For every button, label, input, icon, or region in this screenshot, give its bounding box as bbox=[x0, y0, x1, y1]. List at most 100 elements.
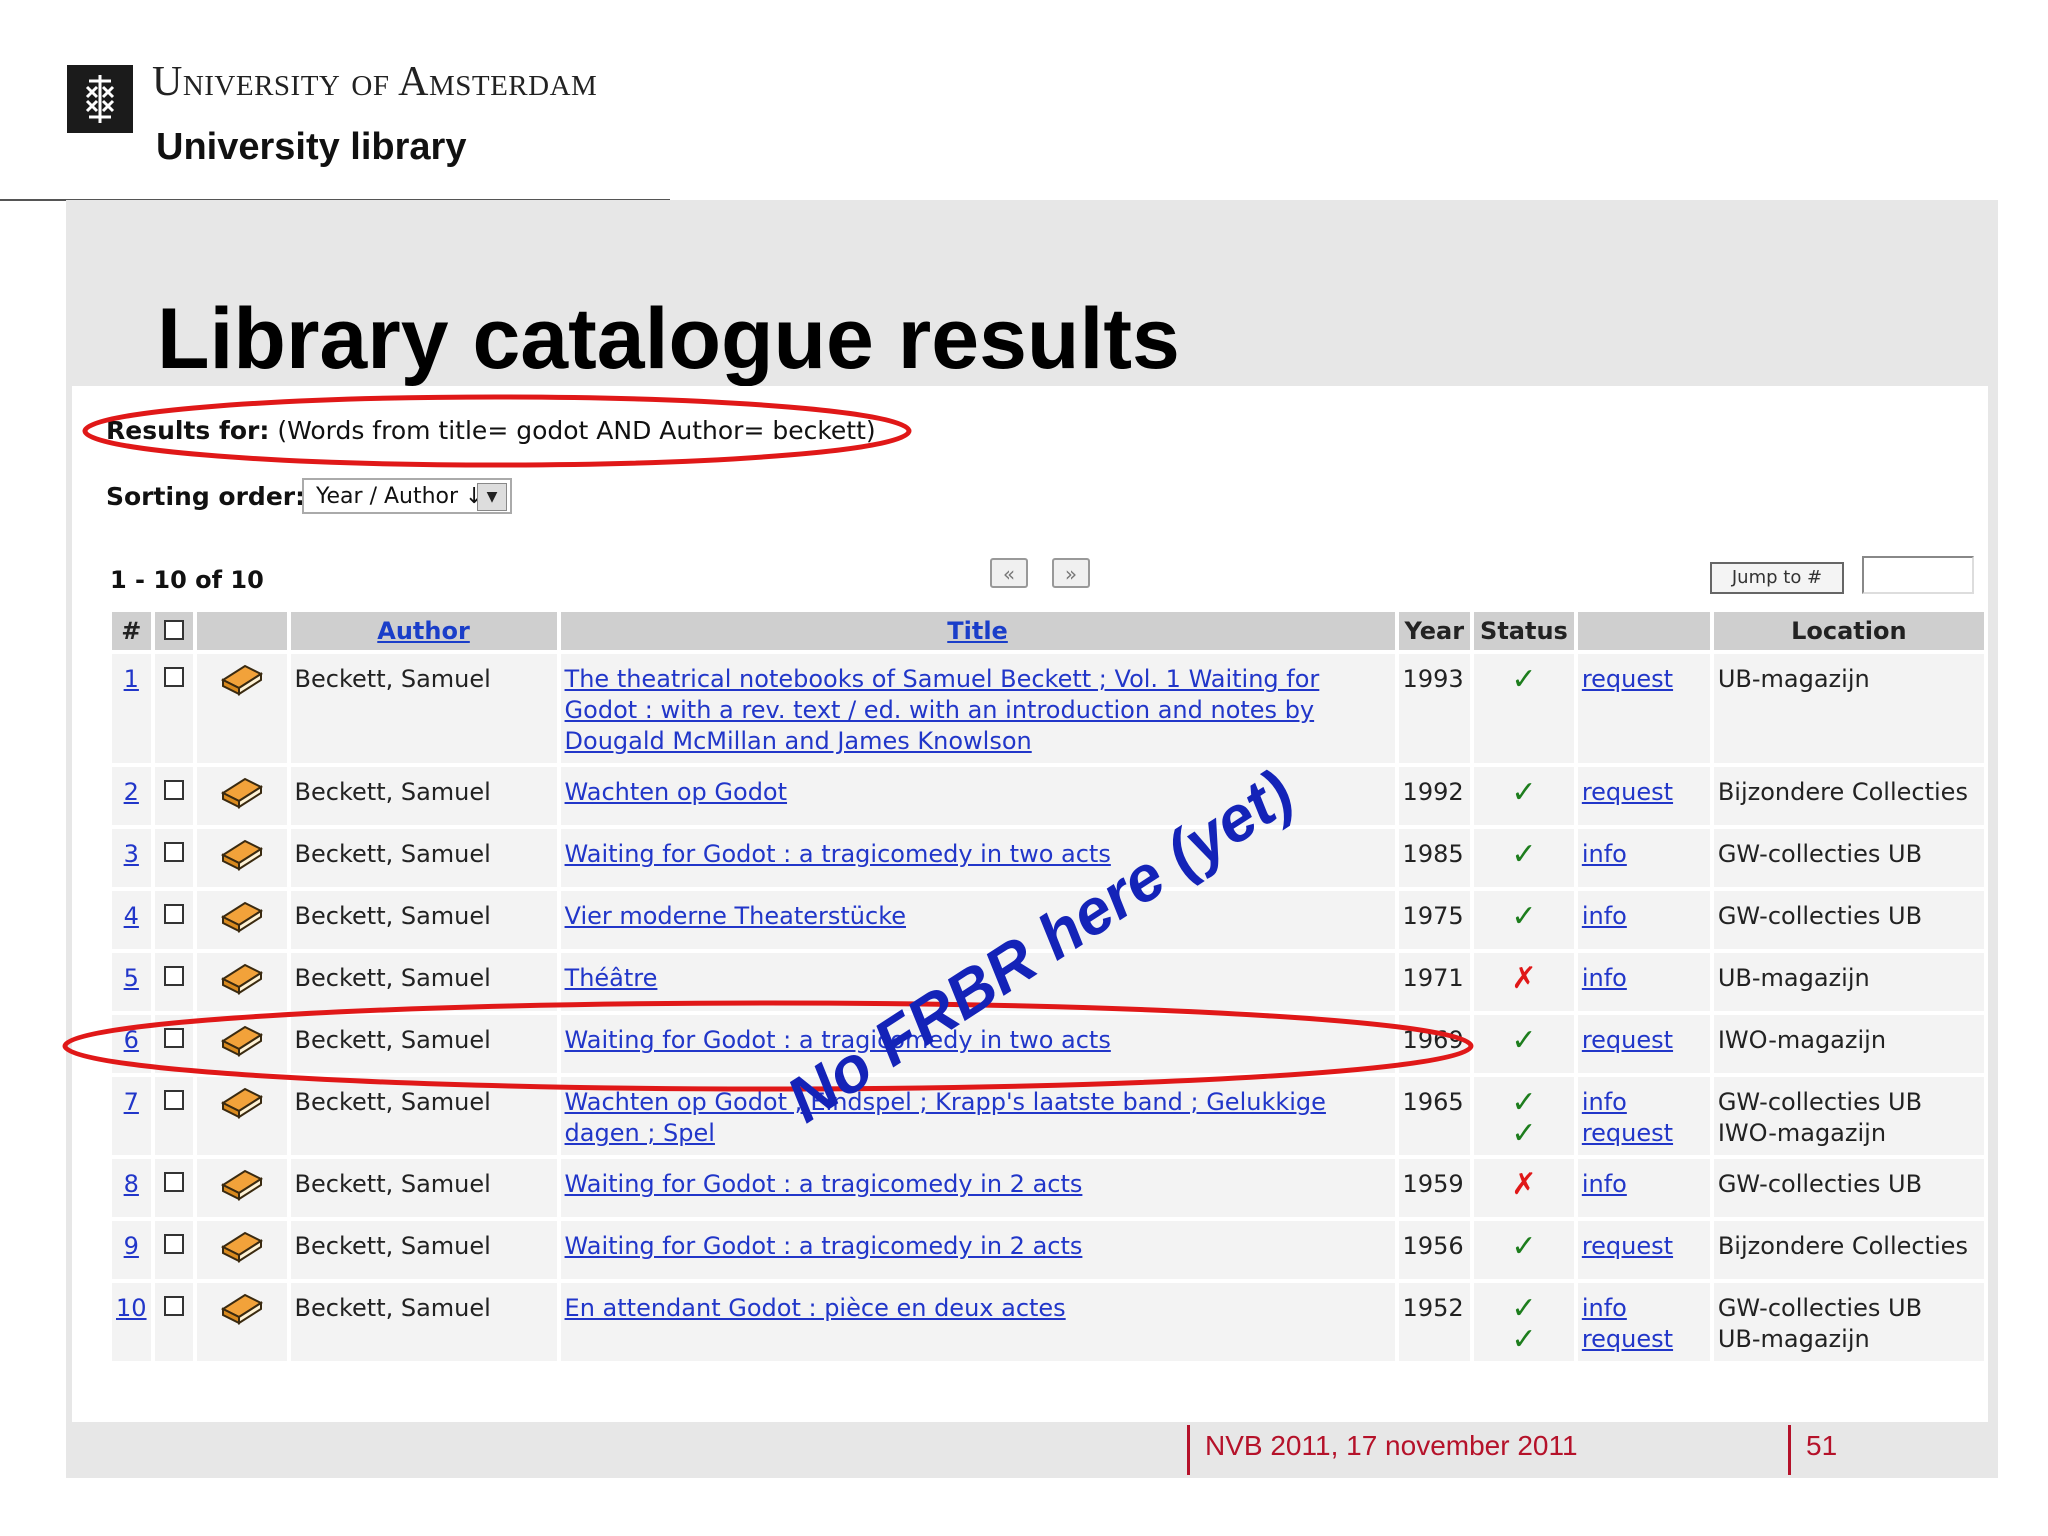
row-checkbox[interactable] bbox=[163, 667, 184, 687]
checkmark-icon: ✓ bbox=[1511, 837, 1537, 872]
checkmark-icon: ✓ bbox=[1511, 775, 1537, 810]
title-link[interactable]: Wachten op Godot bbox=[565, 778, 787, 806]
request-link[interactable]: request bbox=[1582, 1325, 1673, 1353]
author-cell: Beckett, Samuel bbox=[290, 1283, 557, 1361]
checkmark-icon: ✓ bbox=[1511, 1085, 1537, 1120]
title-link[interactable]: The theatrical notebooks of Samuel Becke… bbox=[565, 665, 1320, 755]
request-link[interactable]: request bbox=[1582, 1232, 1673, 1260]
request-link[interactable]: request bbox=[1582, 1119, 1673, 1147]
author-cell: Beckett, Samuel bbox=[290, 953, 557, 1011]
title-link[interactable]: Théâtre bbox=[565, 964, 658, 992]
title-link[interactable]: En attendant Godot : pièce en deux actes bbox=[565, 1294, 1066, 1322]
row-checkbox[interactable] bbox=[163, 904, 184, 924]
author-cell: Beckett, Samuel bbox=[290, 1159, 557, 1217]
record-number-link[interactable]: 2 bbox=[124, 778, 139, 806]
author-cell: Beckett, Samuel bbox=[290, 829, 557, 887]
author-cell: Beckett, Samuel bbox=[290, 767, 557, 825]
sorting-label: Sorting order: bbox=[106, 482, 306, 511]
record-number-link[interactable]: 1 bbox=[124, 665, 139, 693]
record-number-link[interactable]: 8 bbox=[124, 1170, 139, 1198]
info-link[interactable]: info bbox=[1582, 964, 1627, 992]
library-name: University library bbox=[156, 126, 467, 168]
table-row: 3 Beckett, Samuel Waiting for Godot : a tr… bbox=[112, 829, 1984, 887]
row-checkbox[interactable] bbox=[163, 842, 184, 862]
location-text: GW-collecties UB bbox=[1717, 840, 1923, 868]
header-action bbox=[1577, 612, 1710, 650]
cross-icon: ✗ bbox=[1511, 1167, 1537, 1202]
sort-by-author-link[interactable]: Author bbox=[377, 617, 470, 645]
checkmark-icon: ✓ bbox=[1511, 1229, 1537, 1264]
location-cell: UB-magazijn bbox=[1713, 654, 1984, 763]
jump-to-button[interactable]: Jump to # bbox=[1710, 562, 1844, 594]
book-icon bbox=[219, 664, 265, 704]
next-page-button[interactable]: » bbox=[1052, 558, 1090, 588]
author-cell: Beckett, Samuel bbox=[290, 1221, 557, 1279]
action-cell: request bbox=[1577, 1221, 1710, 1279]
chevron-down-icon[interactable]: ▼ bbox=[477, 483, 507, 511]
title-link[interactable]: Vier moderne Theaterstücke bbox=[565, 902, 906, 930]
checkmark-icon: ✓ bbox=[1511, 1291, 1537, 1326]
request-link[interactable]: request bbox=[1582, 665, 1673, 693]
request-link[interactable]: request bbox=[1582, 1026, 1673, 1054]
results-for-label: Results for: bbox=[106, 416, 270, 445]
status-cell: ✓ bbox=[1474, 767, 1574, 825]
table-row: 6 Beckett, Samuel Waiting for Godot : a tr… bbox=[112, 1015, 1984, 1073]
title-link[interactable]: Waiting for Godot : a tragicomedy in 2 a… bbox=[565, 1170, 1083, 1198]
record-number-link[interactable]: 6 bbox=[124, 1026, 139, 1054]
book-icon bbox=[219, 901, 265, 941]
uva-crest-icon bbox=[67, 65, 133, 133]
row-checkbox[interactable] bbox=[163, 1172, 184, 1192]
info-link[interactable]: info bbox=[1582, 902, 1627, 930]
status-cell: ✓ bbox=[1474, 891, 1574, 949]
table-row: 1 Beckett, Samuel The theatrical notebooks… bbox=[112, 654, 1984, 763]
table-header-row: # Author Title Year Status Location bbox=[112, 612, 1984, 650]
action-cell: info request bbox=[1577, 1283, 1710, 1361]
header-select-all bbox=[154, 612, 193, 650]
year-cell: 1992 bbox=[1398, 767, 1471, 825]
title-link[interactable]: Waiting for Godot : a tragicomedy in 2 a… bbox=[565, 1232, 1083, 1260]
info-link[interactable]: info bbox=[1582, 1294, 1627, 1322]
cross-icon: ✗ bbox=[1511, 961, 1537, 996]
row-checkbox[interactable] bbox=[163, 1234, 184, 1254]
previous-page-button[interactable]: « bbox=[990, 558, 1028, 588]
record-number-link[interactable]: 10 bbox=[116, 1294, 147, 1322]
record-number-link[interactable]: 5 bbox=[124, 964, 139, 992]
info-link[interactable]: info bbox=[1582, 1088, 1627, 1116]
book-icon bbox=[219, 839, 265, 879]
location-cell: Bijzondere Collecties bbox=[1713, 767, 1984, 825]
info-link[interactable]: info bbox=[1582, 840, 1627, 868]
sort-by-title-link[interactable]: Title bbox=[947, 617, 1008, 645]
table-row: 8 Beckett, Samuel Waiting for Godot : a tr… bbox=[112, 1159, 1984, 1217]
row-checkbox[interactable] bbox=[163, 780, 184, 800]
status-cell: ✗ bbox=[1474, 953, 1574, 1011]
record-number-link[interactable]: 4 bbox=[124, 902, 139, 930]
request-link[interactable]: request bbox=[1582, 778, 1673, 806]
author-cell: Beckett, Samuel bbox=[290, 1015, 557, 1073]
record-number-link[interactable]: 3 bbox=[124, 840, 139, 868]
location-text: IWO-magazijn bbox=[1717, 1119, 1887, 1147]
sorting-select[interactable]: Year / Author ↓ ▼ bbox=[302, 478, 512, 514]
action-cell: info bbox=[1577, 953, 1710, 1011]
location-text: UB-magazijn bbox=[1717, 1325, 1870, 1353]
footer-text: NVB 2011, 17 november 2011 bbox=[1205, 1430, 1578, 1461]
header-num: # bbox=[112, 612, 151, 650]
record-number-link[interactable]: 9 bbox=[124, 1232, 139, 1260]
row-checkbox[interactable] bbox=[163, 1028, 184, 1048]
row-checkbox[interactable] bbox=[163, 966, 184, 986]
header-status: Status bbox=[1474, 612, 1574, 650]
author-cell: Beckett, Samuel bbox=[290, 654, 557, 763]
footer-divider bbox=[1187, 1425, 1190, 1475]
title-link[interactable]: Waiting for Godot : a tragicomedy in two… bbox=[565, 840, 1111, 868]
page-number: 51 bbox=[1806, 1430, 1838, 1461]
location-text: GW-collecties UB bbox=[1717, 1294, 1923, 1322]
select-all-checkbox[interactable] bbox=[163, 619, 184, 640]
record-number-link[interactable]: 7 bbox=[124, 1088, 139, 1116]
table-row: 10 Beckett, Samuel En attendant Godot : pi… bbox=[112, 1283, 1984, 1361]
info-link[interactable]: info bbox=[1582, 1170, 1627, 1198]
jump-to-input[interactable] bbox=[1862, 556, 1974, 594]
row-checkbox[interactable] bbox=[163, 1296, 184, 1316]
row-checkbox[interactable] bbox=[163, 1090, 184, 1110]
title-link[interactable]: Wachten op Godot ; Eindspel ; Krapp's la… bbox=[565, 1088, 1326, 1147]
results-for: Results for: (Words from title= godot AN… bbox=[106, 416, 876, 445]
book-icon bbox=[219, 1025, 265, 1065]
